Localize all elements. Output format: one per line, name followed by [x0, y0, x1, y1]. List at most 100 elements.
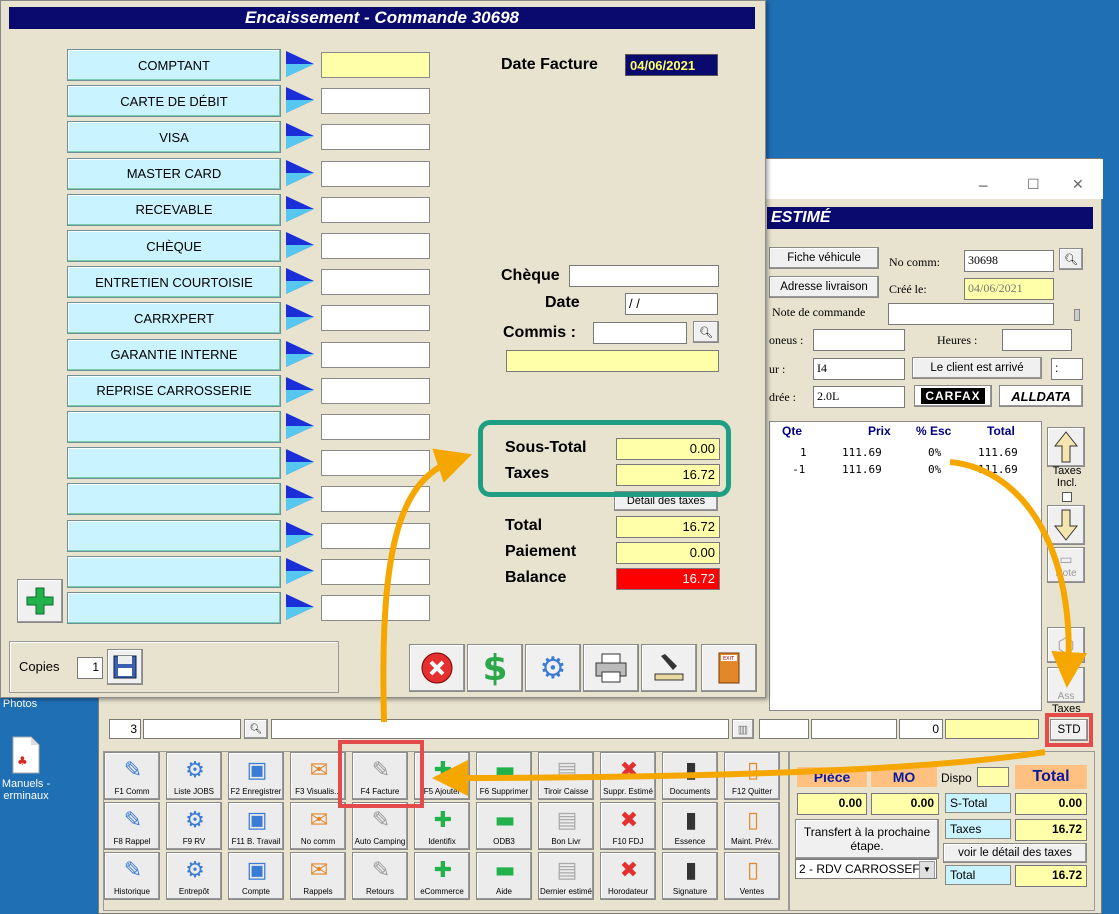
table-row[interactable]: 1 111.69 0% 111.69 [770, 446, 1043, 462]
hexagon-button[interactable]: ⬡ [1047, 627, 1085, 663]
payment-method-button[interactable]: COMPTANT [67, 49, 281, 81]
line-desc-field[interactable] [271, 719, 729, 739]
payment-arrow-icon[interactable] [284, 121, 316, 151]
toolbar-button[interactable]: ▮ Signature [662, 852, 718, 900]
payment-amount-field[interactable] [321, 486, 430, 513]
toolbar-button[interactable]: ▯ Maint. Prév. [724, 802, 780, 850]
payment-method-button[interactable]: MASTER CARD [67, 157, 281, 190]
toolbar-button[interactable]: ⚙ Entrepôt [166, 852, 222, 900]
payment-method-button[interactable]: VISA [67, 121, 281, 154]
payment-amount-field[interactable] [321, 414, 430, 440]
cheque-field[interactable] [569, 265, 719, 287]
toolbar-button[interactable]: ✉ Rappels [290, 852, 346, 900]
etape-select[interactable]: 2 - RDV CARROSSEF ▼ [795, 859, 937, 879]
payment-arrow-icon[interactable] [284, 339, 316, 369]
ass-button[interactable]: Ass [1047, 667, 1085, 703]
tire-button[interactable]: ▥ [732, 719, 754, 739]
alldata-button[interactable]: ALLDATA [999, 385, 1083, 407]
pneus-field[interactable] [813, 329, 905, 351]
toolbar-button[interactable]: ⚙ Liste JOBS [166, 752, 222, 800]
note-button[interactable]: ▭ Note [1047, 547, 1085, 583]
toolbar-button[interactable]: ✖ F10 FDJ [600, 802, 656, 850]
no-comm-field[interactable]: 30698 [964, 250, 1054, 272]
payment-amount-field[interactable] [321, 558, 430, 585]
cheque-date-field[interactable]: / / [625, 293, 718, 315]
payment-method-button[interactable]: CHÈQUE [67, 230, 281, 262]
taxes-incl-checkbox[interactable] [1062, 492, 1072, 502]
toolbar-button[interactable]: ✎ Historique [104, 852, 160, 900]
settings-button[interactable]: ⚙ [525, 644, 581, 692]
payment-method-button[interactable]: GARANTIE INTERNE [67, 338, 281, 371]
cylindree-field[interactable]: 2.0L [813, 386, 905, 408]
note-commande-field[interactable] [888, 303, 1054, 325]
payment-amount-field[interactable] [321, 341, 430, 368]
payment-arrow-icon[interactable] [284, 85, 316, 115]
toolbar-button[interactable]: ▤ Tiroir Caisse [538, 752, 594, 800]
payment-amount-field[interactable] [321, 233, 430, 259]
payment-amount-field[interactable] [321, 160, 430, 187]
toolbar-button[interactable]: ✎ F1 Comm [104, 752, 160, 800]
line-field-b[interactable] [811, 719, 897, 739]
heures-field[interactable] [1002, 329, 1072, 351]
payment-amount-field[interactable] [321, 595, 430, 621]
toolbar-button[interactable]: ✎ Retours [352, 852, 408, 900]
minimize-icon[interactable]: ─ [979, 179, 987, 195]
payment-amount-field[interactable] [321, 124, 430, 151]
voir-detail-taxes-button[interactable]: voir le détail des taxes [943, 843, 1087, 863]
toolbar-button[interactable]: ▣ Compte [228, 852, 284, 900]
payment-arrow-icon[interactable] [284, 230, 316, 260]
line-code-field[interactable] [143, 719, 241, 739]
move-down-button[interactable] [1047, 505, 1085, 545]
payment-method-button[interactable]: ENTRETIEN COURTOISIE [67, 266, 281, 299]
toolbar-button[interactable]: ▣ F2 Enregistrer [228, 752, 284, 800]
toolbar-button[interactable]: ⚙ F9 RV [166, 802, 222, 850]
client-arrive-field[interactable]: : [1051, 358, 1083, 380]
payment-arrow-icon[interactable] [284, 556, 316, 586]
toolbar-button[interactable]: ▯ F12 Quitter [724, 752, 780, 800]
toolbar-button[interactable]: ✚ Identifix [414, 802, 470, 850]
line-total-field[interactable] [945, 719, 1039, 739]
exit-button[interactable]: EXIT [701, 644, 757, 692]
commis-field[interactable] [593, 322, 687, 344]
payment-method-button[interactable] [67, 519, 281, 552]
payment-method-button[interactable] [67, 592, 281, 624]
toolbar-button[interactable]: ✖ Suppr. Estimé [600, 752, 656, 800]
payment-money-button[interactable]: $ [467, 644, 523, 692]
copies-field[interactable]: 1 [77, 657, 103, 679]
payment-amount-field[interactable] [321, 196, 430, 223]
close-icon[interactable]: ✕ [1072, 177, 1084, 193]
add-payment-button[interactable] [17, 579, 63, 623]
payment-arrow-icon[interactable] [284, 194, 316, 224]
payment-amount-field[interactable] [321, 305, 430, 332]
toolbar-button[interactable]: ▬ ODB3 [476, 802, 532, 850]
fiche-vehicule-button[interactable]: Fiche véhicule [769, 247, 879, 269]
toolbar-button[interactable]: ▮ Essence [662, 802, 718, 850]
payment-amount-field[interactable] [321, 269, 430, 296]
toolbar-button[interactable]: ▯ Ventes [724, 852, 780, 900]
stamp-button[interactable] [641, 644, 697, 692]
payment-arrow-icon[interactable] [284, 520, 316, 550]
client-arrive-button[interactable]: Le client est arrivé [912, 357, 1042, 379]
toolbar-button[interactable]: ▮ Documents [662, 752, 718, 800]
payment-method-button[interactable] [67, 483, 281, 516]
payment-method-button[interactable] [67, 555, 281, 588]
maximize-icon[interactable]: ☐ [1027, 177, 1040, 193]
payment-arrow-icon[interactable] [284, 158, 316, 188]
toolbar-button[interactable]: ✎ Auto Camping [352, 802, 408, 850]
toolbar-button[interactable]: ✎ F8 Rappel [104, 802, 160, 850]
payment-arrow-icon[interactable] [284, 375, 316, 405]
line-search-button[interactable]: 🔍︎ [244, 719, 268, 739]
payment-arrow-icon[interactable] [284, 266, 316, 296]
desktop-icon-photos[interactable]: Photos [0, 698, 40, 710]
payment-amount-field[interactable] [321, 377, 430, 404]
payment-arrow-icon[interactable] [284, 302, 316, 332]
toolbar-button[interactable]: ▣ F11 B. Travail [228, 802, 284, 850]
payment-amount-field[interactable] [321, 52, 430, 78]
payment-arrow-icon[interactable] [284, 447, 316, 477]
transfert-button[interactable]: Transfert à la prochaine étape. [795, 819, 939, 859]
toolbar-button[interactable]: ▤ Dernier estimé [538, 852, 594, 900]
payment-method-button[interactable]: CARTE DE DÉBIT [67, 85, 281, 118]
cancel-button[interactable] [409, 644, 465, 692]
toolbar-button[interactable]: ▤ Bon Livr [538, 802, 594, 850]
move-up-button[interactable] [1047, 427, 1085, 467]
